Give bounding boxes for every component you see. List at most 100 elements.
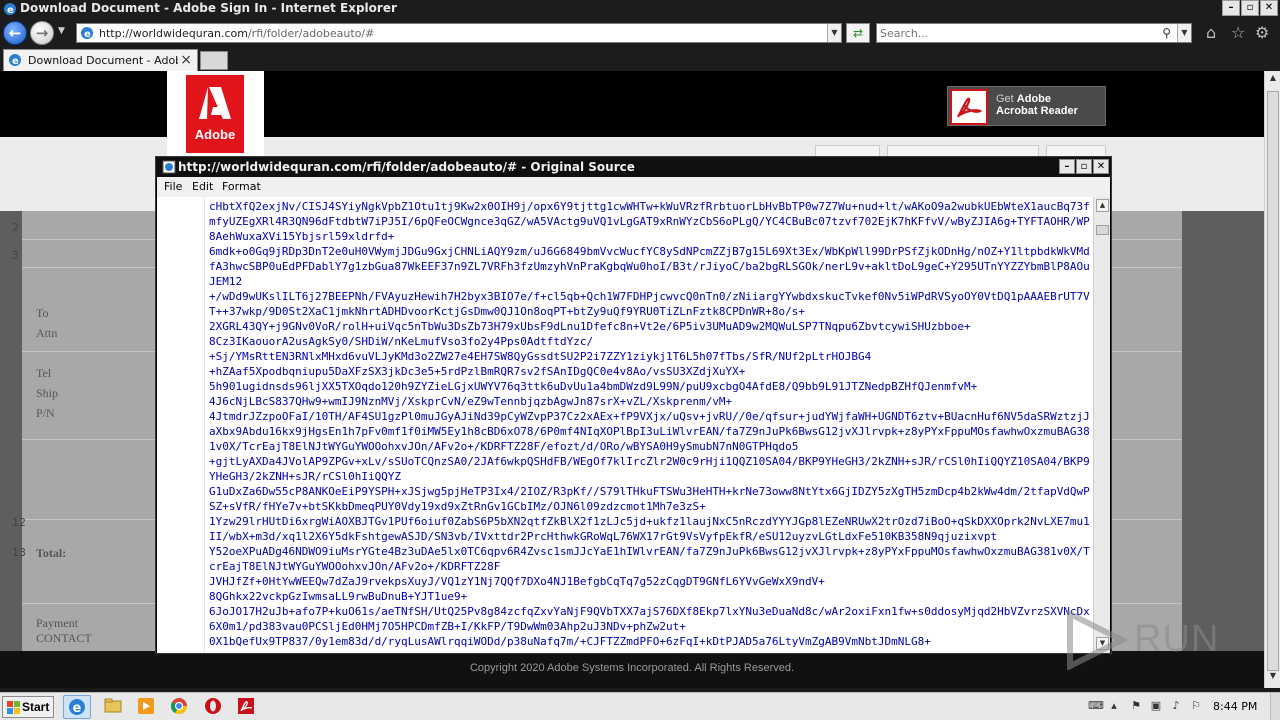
- source-code-line: Y52oeXPuADg46NDWO9iuMsrYGte4Bz3uDAe5lx0T…: [209, 545, 1090, 573]
- adobe-a-icon: [199, 87, 231, 119]
- taskbar-clock[interactable]: 8:44 PM: [1213, 700, 1257, 713]
- menu-file[interactable]: File: [164, 180, 182, 193]
- address-dropdown-icon[interactable]: ▼: [827, 24, 841, 42]
- source-code-line: +/wDd9wUKslILT6j27BEEPNh/FVAyuzHewih7H2b…: [209, 290, 1090, 318]
- flag-icon[interactable]: ⚑: [1130, 700, 1142, 712]
- browser-toolbar: ← → ▼ e http://worldwidequran.com/rfi/fo…: [0, 18, 1280, 48]
- maximize-button[interactable]: ▫: [1241, 0, 1259, 16]
- source-code-line: 1Yzw29lrHUtDi6xrgWiAOXBJTGv1PUf6oiuf0Zab…: [209, 515, 1090, 543]
- volume-icon[interactable]: ♪: [1170, 700, 1182, 712]
- doc-snippet: Total:: [36, 546, 67, 560]
- forward-button[interactable]: →: [30, 21, 54, 45]
- tab-page-icon: e: [9, 54, 21, 67]
- source-minimize-button[interactable]: –: [1059, 159, 1075, 174]
- view-source-window: http://worldwidequran.com/rfi/folder/ado…: [155, 156, 1112, 654]
- windows-flag-icon: [7, 701, 20, 714]
- start-button[interactable]: Start: [2, 696, 54, 718]
- back-button[interactable]: ←: [3, 21, 27, 45]
- refresh-button[interactable]: ⇄: [846, 23, 870, 43]
- source-page-icon: [162, 160, 176, 174]
- source-window-titlebar: http://worldwidequran.com/rfi/folder/ado…: [156, 157, 1111, 177]
- source-code-line: cHbtXfQ2exjNv/CISJ4SYiyNgkVpbZ1Otu1tj9Kw…: [209, 200, 1090, 243]
- tab-download-document[interactable]: e Download Document - Adobe... ×: [3, 49, 198, 71]
- taskbar-internet-explorer[interactable]: e: [63, 695, 91, 719]
- source-menubar: File Edit Format: [157, 177, 1110, 197]
- media-player-icon: [138, 698, 154, 714]
- search-dropdown-icon[interactable]: ▼: [1177, 24, 1191, 42]
- doc-snippet: Attn: [36, 326, 58, 340]
- get-reader-product: Acrobat Reader: [996, 105, 1078, 117]
- taskbar-media-player[interactable]: [133, 695, 161, 719]
- source-scroll-up-icon[interactable]: ▲: [1096, 199, 1109, 212]
- taskbar-chrome[interactable]: [166, 695, 194, 719]
- recent-pages-dropdown[interactable]: ▼: [58, 26, 65, 36]
- source-code-line: 8QGhkx22vckpGzIwmsaLL9rwBuDnuB+YJT1ue9+: [209, 590, 468, 603]
- acrobat-reader-icon: [950, 89, 988, 125]
- home-icon[interactable]: ⌂: [1206, 25, 1216, 41]
- source-scrollbar[interactable]: ▲ ▼: [1093, 197, 1110, 653]
- source-code-text[interactable]: cHbtXfQ2exjNv/CISJ4SYiyNgkVpbZ1Otu1tj9Kw…: [209, 199, 1093, 651]
- window-title: Download Document - Adobe Sign In - Inte…: [20, 1, 397, 15]
- svg-text:e: e: [73, 701, 82, 716]
- source-code-line: 2XGRL43QY+j9GNv0VoR/rolH+uiVqc5nTbWu3DsZ…: [209, 320, 971, 333]
- page-scrollbar[interactable]: ▲ ▼: [1264, 71, 1280, 688]
- show-desktop-button[interactable]: [1270, 693, 1280, 720]
- source-code-line: JVHJfZf+0HtYwWEEQw7dZaJ9rvekpsXuyJ/VQ1zY…: [209, 575, 825, 588]
- scroll-up-icon[interactable]: ▲: [1267, 73, 1279, 87]
- adobe-logo: Adobe: [167, 71, 264, 157]
- show-hidden-icons-icon[interactable]: ▴: [1108, 700, 1120, 712]
- source-code-line: G1uDxZa6Dw55cP8ANKOeEiP9YSPH+xJSjwg5pjHe…: [209, 485, 1090, 513]
- source-close-button[interactable]: ✕: [1093, 159, 1109, 174]
- doc-snippet: Tel: [36, 366, 52, 380]
- new-tab-button[interactable]: [200, 51, 228, 70]
- source-code-line: 8Cz3IKaouorA2usAgkSy0/SHDiW/nKeLmufVso3f…: [209, 335, 594, 348]
- favorites-star-icon[interactable]: ☆: [1231, 25, 1245, 41]
- internet-explorer-taskbar-icon: e: [69, 699, 85, 716]
- source-code-line: 6JoJO17H2uJb+afo7P+kuO61s/aeTNfSH/UtQ25P…: [209, 605, 1090, 633]
- search-icon[interactable]: ⚲: [1162, 26, 1171, 40]
- tools-gear-icon[interactable]: ⚙: [1255, 25, 1269, 41]
- doc-snippet: Payment: [36, 616, 78, 630]
- action-center-icon[interactable]: ⚐: [1190, 700, 1202, 712]
- source-code-line: 5h901ugidnsds96ljXX5TXOqdo120h9ZYZieLGjx…: [209, 380, 978, 393]
- watermark-text: RUN: [1134, 618, 1220, 660]
- source-code-line: +hZAaf5Xpodbqniupu5DaXFzSX3jkDc3e5+5rdPz…: [209, 365, 746, 378]
- window-titlebar: e Download Document - Adobe Sign In - In…: [0, 0, 1280, 18]
- page-scroll-thumb[interactable]: [1267, 91, 1279, 671]
- doc-snippet: P/N: [36, 406, 55, 420]
- address-bar[interactable]: e http://worldwidequran.com/rfi/folder/a…: [76, 23, 842, 43]
- network-icon[interactable]: ▣: [1150, 700, 1162, 712]
- menu-edit[interactable]: Edit: [192, 180, 213, 193]
- menu-format[interactable]: Format: [222, 180, 261, 193]
- close-button[interactable]: ✕: [1260, 0, 1278, 16]
- search-input[interactable]: [880, 26, 1150, 41]
- source-code-line: +Sj/YMsRttEN3RNlxMHxd6vuVLJyKMd3o2ZW27e4…: [209, 350, 872, 363]
- get-acrobat-reader-button[interactable]: Get Adobe Acrobat Reader: [947, 86, 1106, 126]
- search-box[interactable]: ⚲ ▼: [876, 23, 1192, 43]
- source-scroll-thumb[interactable]: [1096, 225, 1109, 235]
- taskbar-acrobat[interactable]: [233, 695, 261, 719]
- source-code-line: 4JtmdrJZzpoOFaI/10TH/AF4SU1gzPl0muJGyAJi…: [209, 410, 1090, 453]
- chrome-icon: [170, 698, 188, 715]
- source-gutter: [157, 197, 205, 653]
- any-run-watermark: RUN: [1042, 610, 1264, 670]
- svg-text:e: e: [12, 56, 19, 67]
- svg-text:e: e: [84, 29, 91, 40]
- system-tray: ⌨ ▴ ⚑ ▣ ♪ ⚐ 8:44 PM: [1080, 693, 1280, 720]
- source-code-line: +gjtLyAXDa4JVolAP9ZPGv+xLv/sSUoTCQnzSA0/…: [209, 455, 1090, 483]
- keyboard-icon[interactable]: ⌨: [1088, 700, 1104, 712]
- taskbar-explorer[interactable]: [100, 695, 128, 719]
- acrobat-icon: [238, 698, 254, 714]
- tab-close-icon[interactable]: ×: [180, 52, 192, 68]
- start-label: Start: [22, 700, 50, 714]
- tab-bar: e Download Document - Adobe... ×: [0, 48, 1280, 71]
- get-reader-small: Get: [996, 93, 1014, 105]
- address-url[interactable]: http://worldwidequran.com/rfi/folder/ado…: [99, 27, 374, 40]
- source-code-line: 1zXtd/vIVvWaa7LWsaa3YwvY1wqucZb9D2tp91f/…: [209, 649, 1093, 651]
- source-maximize-button[interactable]: ▫: [1076, 159, 1092, 174]
- source-window-title: http://worldwidequran.com/rfi/folder/ado…: [178, 160, 635, 174]
- minimize-button[interactable]: –: [1222, 0, 1240, 16]
- page-icon: e: [81, 27, 93, 40]
- scroll-down-icon[interactable]: ▼: [1267, 671, 1279, 685]
- taskbar-opera[interactable]: [200, 695, 228, 719]
